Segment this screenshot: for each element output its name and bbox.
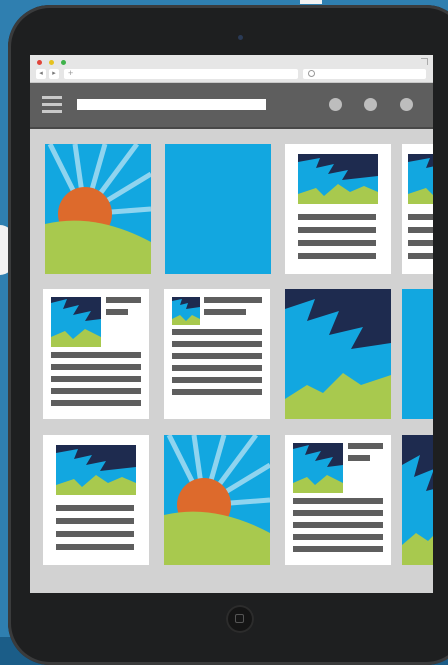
text-line <box>298 214 376 220</box>
text-line <box>298 240 376 246</box>
circle-icon[interactable] <box>364 98 377 111</box>
text-line <box>408 240 433 246</box>
text-line <box>106 309 128 315</box>
card-sunset-image[interactable] <box>164 435 270 565</box>
text-line <box>51 364 141 370</box>
text-line <box>293 522 383 528</box>
text-line <box>172 353 262 359</box>
card-mountain-image[interactable] <box>402 435 433 565</box>
forward-icon[interactable]: ▸ <box>49 69 59 79</box>
hamburger-menu-icon[interactable] <box>42 96 62 99</box>
card-image-top-article[interactable] <box>285 144 391 274</box>
card-image-left-article[interactable] <box>164 289 270 419</box>
text-line <box>204 309 246 315</box>
minimize-window-icon[interactable] <box>49 60 54 65</box>
text-line <box>56 531 134 537</box>
app-header <box>30 83 433 129</box>
close-window-icon[interactable] <box>37 60 42 65</box>
text-line <box>172 377 262 383</box>
text-line <box>348 455 370 461</box>
maximize-window-icon[interactable] <box>61 60 66 65</box>
text-line <box>293 498 383 504</box>
text-line <box>298 253 376 259</box>
text-line <box>51 400 141 406</box>
text-line <box>172 389 262 395</box>
text-line <box>172 341 262 347</box>
card-solid-blue[interactable] <box>402 289 433 419</box>
text-line <box>348 443 383 449</box>
text-line <box>51 388 141 394</box>
card-image-top-article[interactable] <box>43 435 149 565</box>
text-line <box>408 214 433 220</box>
camera-icon <box>238 35 243 40</box>
home-icon <box>235 614 244 623</box>
address-bar[interactable]: + <box>64 68 298 79</box>
card-image-left-article[interactable] <box>43 289 149 419</box>
search-icon <box>308 70 315 77</box>
card-image-left-article[interactable] <box>285 435 391 565</box>
text-line <box>293 510 383 516</box>
text-line <box>56 544 134 550</box>
tablet-screen: ◂ ▸ + <box>30 55 433 593</box>
text-line <box>106 297 141 303</box>
card-image-top-article[interactable] <box>402 144 433 274</box>
text-line <box>204 297 262 303</box>
text-line <box>51 352 141 358</box>
text-line <box>56 518 134 524</box>
hamburger-menu-icon-bar <box>42 103 62 106</box>
text-line <box>172 329 262 335</box>
text-line <box>293 534 383 540</box>
add-icon: + <box>68 68 74 78</box>
text-line <box>51 376 141 382</box>
text-line <box>172 365 262 371</box>
text-line <box>56 505 134 511</box>
text-line <box>298 227 376 233</box>
circle-icon[interactable] <box>400 98 413 111</box>
card-sunset-image[interactable] <box>45 144 151 274</box>
background-accent <box>300 0 322 4</box>
circle-icon[interactable] <box>329 98 342 111</box>
text-line <box>408 253 433 259</box>
text-line <box>408 227 433 233</box>
text-line <box>293 546 383 552</box>
fullscreen-icon[interactable] <box>421 58 428 65</box>
hamburger-menu-icon-bar <box>42 110 62 113</box>
search-input[interactable] <box>303 69 426 79</box>
back-icon[interactable]: ◂ <box>36 69 46 79</box>
browser-chrome: ◂ ▸ + <box>30 55 433 83</box>
card-solid-blue[interactable] <box>165 144 271 274</box>
header-title-placeholder <box>77 99 266 110</box>
card-mountain-image[interactable] <box>285 289 391 419</box>
